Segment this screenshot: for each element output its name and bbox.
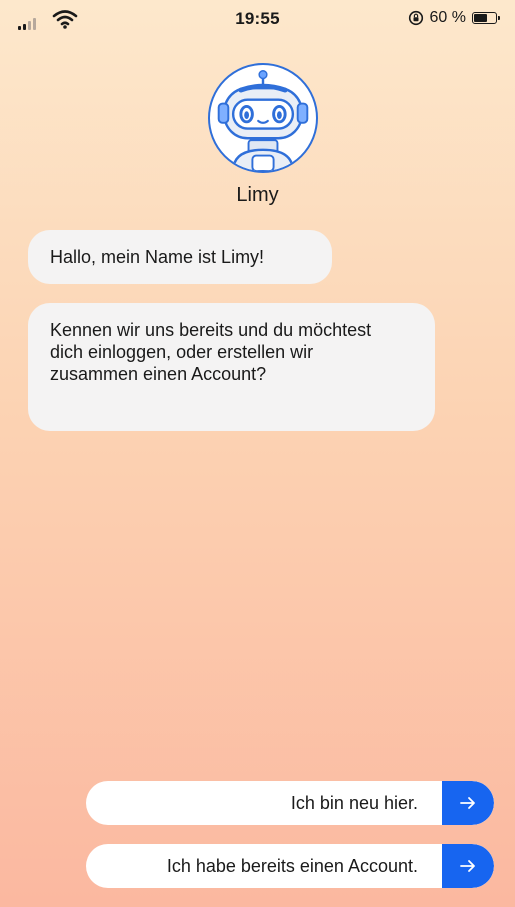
robot-avatar-icon [208, 63, 318, 173]
rotation-lock-icon [408, 10, 423, 26]
status-bar: 19:55 60 % [0, 0, 515, 44]
new-user-button[interactable]: Ich bin neu hier. [86, 781, 494, 825]
choice-label: Ich bin neu hier. [290, 792, 418, 813]
chat-bubble: Kennen wir uns bereits und du möchtest d… [28, 303, 435, 431]
battery-fill [474, 14, 487, 22]
arrow-right-icon[interactable] [442, 844, 494, 888]
chat-bubble-text: Hallo, mein Name ist Limy! [50, 247, 265, 267]
battery-icon [472, 12, 500, 24]
existing-account-button[interactable]: Ich habe bereits einen Account. [86, 844, 494, 888]
bot-name: Limy [236, 184, 279, 206]
chat-bubble-text: Kennen wir uns bereits und du möchtest d… [50, 320, 372, 384]
arrow-right-icon[interactable] [442, 781, 494, 825]
choice-label: Ich habe bereits einen Account. [166, 855, 418, 876]
battery-percent: 60 % [429, 9, 466, 26]
chat-bubble: Hallo, mein Name ist Limy! [28, 230, 332, 284]
status-right: 60 % [408, 9, 500, 27]
